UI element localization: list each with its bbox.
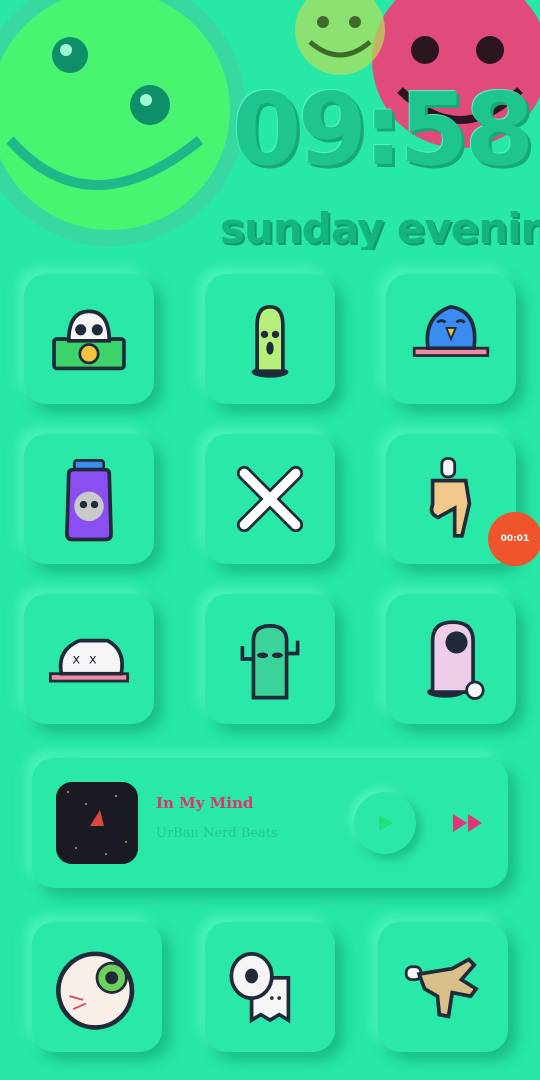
app-dead-cat[interactable]: x x <box>24 594 154 724</box>
song-title: In My Mind <box>156 794 254 812</box>
album-art[interactable] <box>56 782 138 864</box>
rock-hand-icon <box>404 957 479 1019</box>
app-crossbones[interactable] <box>205 434 335 564</box>
skull-jar-icon <box>65 458 113 542</box>
app-blue-bird[interactable] <box>386 274 516 404</box>
app-skull-money[interactable] <box>24 274 154 404</box>
svg-text:x: x <box>89 653 97 668</box>
eyeball-creature-icon <box>427 620 485 700</box>
music-widget[interactable]: In My Mind UrBan Nerd Beats <box>32 758 508 888</box>
dead-cat-icon: x x <box>48 638 130 683</box>
yellow-smiley-graphic <box>295 0 385 75</box>
fast-forward-icon <box>453 814 482 832</box>
skull-money-icon <box>52 309 126 371</box>
recording-timer[interactable]: 00:01 <box>488 512 540 566</box>
blue-bird-icon <box>412 304 490 357</box>
app-eyeball[interactable] <box>32 922 162 1052</box>
pointing-hand-icon <box>429 457 472 538</box>
condom-icon <box>251 304 289 378</box>
song-artist: UrBan Nerd Beats <box>156 826 278 841</box>
play-button[interactable] <box>354 792 416 854</box>
app-cactus[interactable] <box>205 594 335 724</box>
svg-text:x: x <box>72 653 80 668</box>
crossbones-icon <box>236 465 304 533</box>
app-toilet-paper[interactable] <box>205 922 335 1052</box>
clock-time: 09:58 <box>232 71 534 188</box>
clock-day-text: sunday evening <box>220 208 540 250</box>
app-eyeball-creature[interactable] <box>386 594 516 724</box>
app-condom[interactable] <box>205 274 335 404</box>
fast-forward-button[interactable] <box>450 808 486 838</box>
app-skull-jar[interactable] <box>24 434 154 564</box>
play-icon <box>379 815 393 831</box>
album-art-graphic <box>56 782 138 864</box>
cactus-icon <box>240 624 300 700</box>
eyeball-icon <box>56 951 135 1030</box>
app-rock-hand[interactable] <box>378 922 508 1052</box>
toilet-paper-icon <box>229 952 291 1024</box>
